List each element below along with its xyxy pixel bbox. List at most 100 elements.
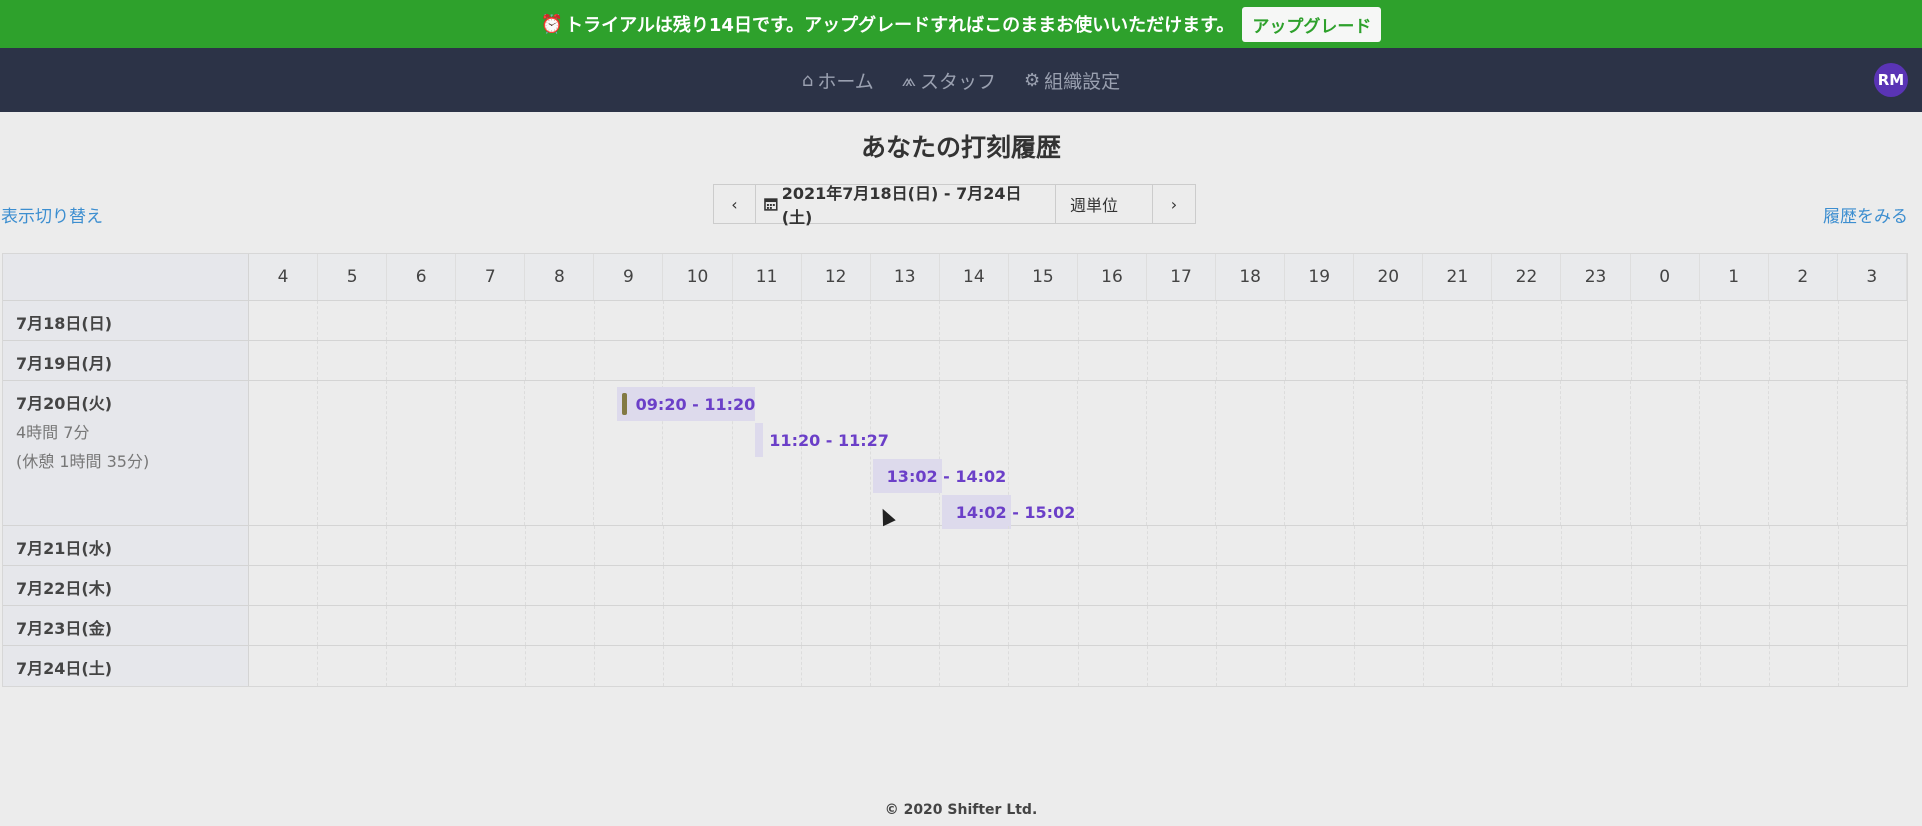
day-row: 7月18日(日)	[3, 301, 1907, 341]
hour-cell	[664, 301, 733, 340]
hour-cell	[249, 341, 319, 380]
day-label: 7月21日(水)	[3, 526, 249, 565]
date-range-picker[interactable]: 2021年7月18日(日) - 7月24日(土)	[756, 184, 1056, 227]
day-row: 7月19日(月)	[3, 341, 1907, 381]
date-range-label: 2021年7月18日(日) - 7月24日(土)	[781, 184, 1022, 227]
hour-cell	[871, 301, 941, 340]
hour-header: 16	[1077, 254, 1148, 300]
nav-item-org-settings[interactable]: ⚙ 組織設定	[1024, 67, 1120, 94]
hour-cell	[1839, 646, 1907, 686]
hour-cell	[802, 646, 872, 686]
hour-cell	[1148, 606, 1217, 645]
day-timeline	[249, 301, 1907, 340]
hour-cell	[1561, 381, 1631, 525]
hour-cell	[1355, 646, 1425, 686]
hour-cell	[526, 566, 595, 605]
hour-cell	[456, 526, 526, 565]
day-row: 7月21日(水)	[3, 526, 1907, 566]
hour-cell	[1770, 301, 1839, 340]
day-timeline	[249, 566, 1907, 605]
date-range-navigator: ‹ 2021年7月18日(日) - 7月24日(土) 週単位 ›	[713, 184, 1196, 227]
hour-cell	[1285, 381, 1355, 525]
hour-cell	[526, 341, 595, 380]
hour-cell	[1009, 341, 1079, 380]
hour-cell	[387, 341, 457, 380]
user-avatar[interactable]: RM	[1874, 63, 1908, 97]
hour-cell	[595, 646, 664, 686]
hour-cell	[1562, 566, 1632, 605]
shift-block[interactable]: 11:20 - 11:27	[755, 423, 889, 457]
hour-header: 15	[1008, 254, 1078, 300]
day-date: 7月19日(月)	[16, 354, 113, 373]
hour-cell	[1217, 606, 1286, 645]
next-week-button[interactable]: ›	[1153, 185, 1195, 223]
hour-cell	[249, 566, 319, 605]
hour-cell	[1770, 606, 1839, 645]
header-corner	[3, 254, 249, 300]
hour-cell	[318, 566, 388, 605]
shift-block[interactable]: 09:20 - 11:20	[617, 387, 756, 421]
trial-banner: ⏰ トライアルは残り14日です。アップグレードすればこのままお使いいただけます。…	[0, 0, 1922, 48]
nav-item-home[interactable]: ⌂ ホーム	[802, 67, 874, 94]
hour-cell	[387, 381, 457, 525]
hour-cell	[1355, 341, 1425, 380]
upgrade-button[interactable]: アップグレード	[1242, 6, 1382, 42]
hour-cell	[664, 566, 733, 605]
hour-cell	[318, 341, 388, 380]
grid-header-row: 4 5 6 7 8 9 10 11 12 13 14 15 16 17 18 19 20 21 22 23 0 1 2 3	[3, 254, 1907, 301]
hour-cell	[595, 606, 664, 645]
hour-cell	[456, 606, 526, 645]
shift-block[interactable]: 14:02 - 15:02	[941, 495, 1075, 529]
day-row: 7月22日(木)	[3, 566, 1907, 606]
nav-item-staff[interactable]: ⩕ スタッフ	[902, 67, 996, 94]
gear-icon: ⚙	[1023, 69, 1041, 91]
hour-cell	[595, 301, 664, 340]
hour-cell	[456, 381, 526, 525]
hour-header: 3	[1837, 254, 1907, 300]
hour-cell	[1493, 606, 1563, 645]
hour-cell	[1701, 606, 1770, 645]
hour-cell	[1009, 526, 1079, 565]
shift-block[interactable]: 13:02 - 14:02	[872, 459, 1006, 493]
hour-cell	[1769, 381, 1838, 525]
hour-cell	[1424, 566, 1494, 605]
hour-cell	[664, 606, 733, 645]
day-timeline	[249, 341, 1907, 380]
hour-cell	[1286, 606, 1355, 645]
hour-cell	[664, 341, 733, 380]
hour-cell	[1286, 526, 1355, 565]
calendar-icon	[764, 198, 778, 211]
hour-cell	[387, 526, 457, 565]
view-history-link[interactable]: 履歴をみる	[1823, 202, 1908, 227]
hour-cell	[526, 301, 595, 340]
toggle-view-link[interactable]: 表示切り替え	[1, 202, 103, 227]
hour-cell	[1493, 341, 1563, 380]
hour-cell	[387, 301, 457, 340]
day-date: 7月18日(日)	[16, 314, 113, 333]
hour-cell	[456, 341, 526, 380]
day-total-hours: 4時間 7分	[16, 423, 90, 442]
shift-time-label: 11:20 - 11:27	[769, 430, 889, 450]
hour-header: 5	[318, 254, 388, 300]
alarm-clock-icon: ⏰	[540, 13, 564, 35]
hour-cell	[871, 381, 940, 525]
hour-cell	[387, 606, 457, 645]
footer-copyright: © 2020 Shifter Ltd.	[884, 802, 1038, 818]
hour-cell	[802, 566, 872, 605]
hour-cell	[1632, 646, 1701, 686]
hour-cell	[1079, 566, 1148, 605]
hour-cell	[1009, 301, 1079, 340]
hour-cell	[318, 606, 388, 645]
hour-cell	[733, 526, 802, 565]
hour-cell	[1632, 301, 1701, 340]
hour-cell	[871, 341, 941, 380]
hour-cell	[1632, 606, 1701, 645]
hour-cell	[1217, 341, 1286, 380]
hour-cell	[802, 301, 872, 340]
hour-cell	[387, 566, 457, 605]
period-unit-select[interactable]: 週単位	[1056, 185, 1153, 223]
hour-cell	[526, 526, 595, 565]
prev-week-button[interactable]: ‹	[714, 185, 756, 223]
hour-cell	[940, 526, 1010, 565]
hour-cell	[1079, 301, 1148, 340]
